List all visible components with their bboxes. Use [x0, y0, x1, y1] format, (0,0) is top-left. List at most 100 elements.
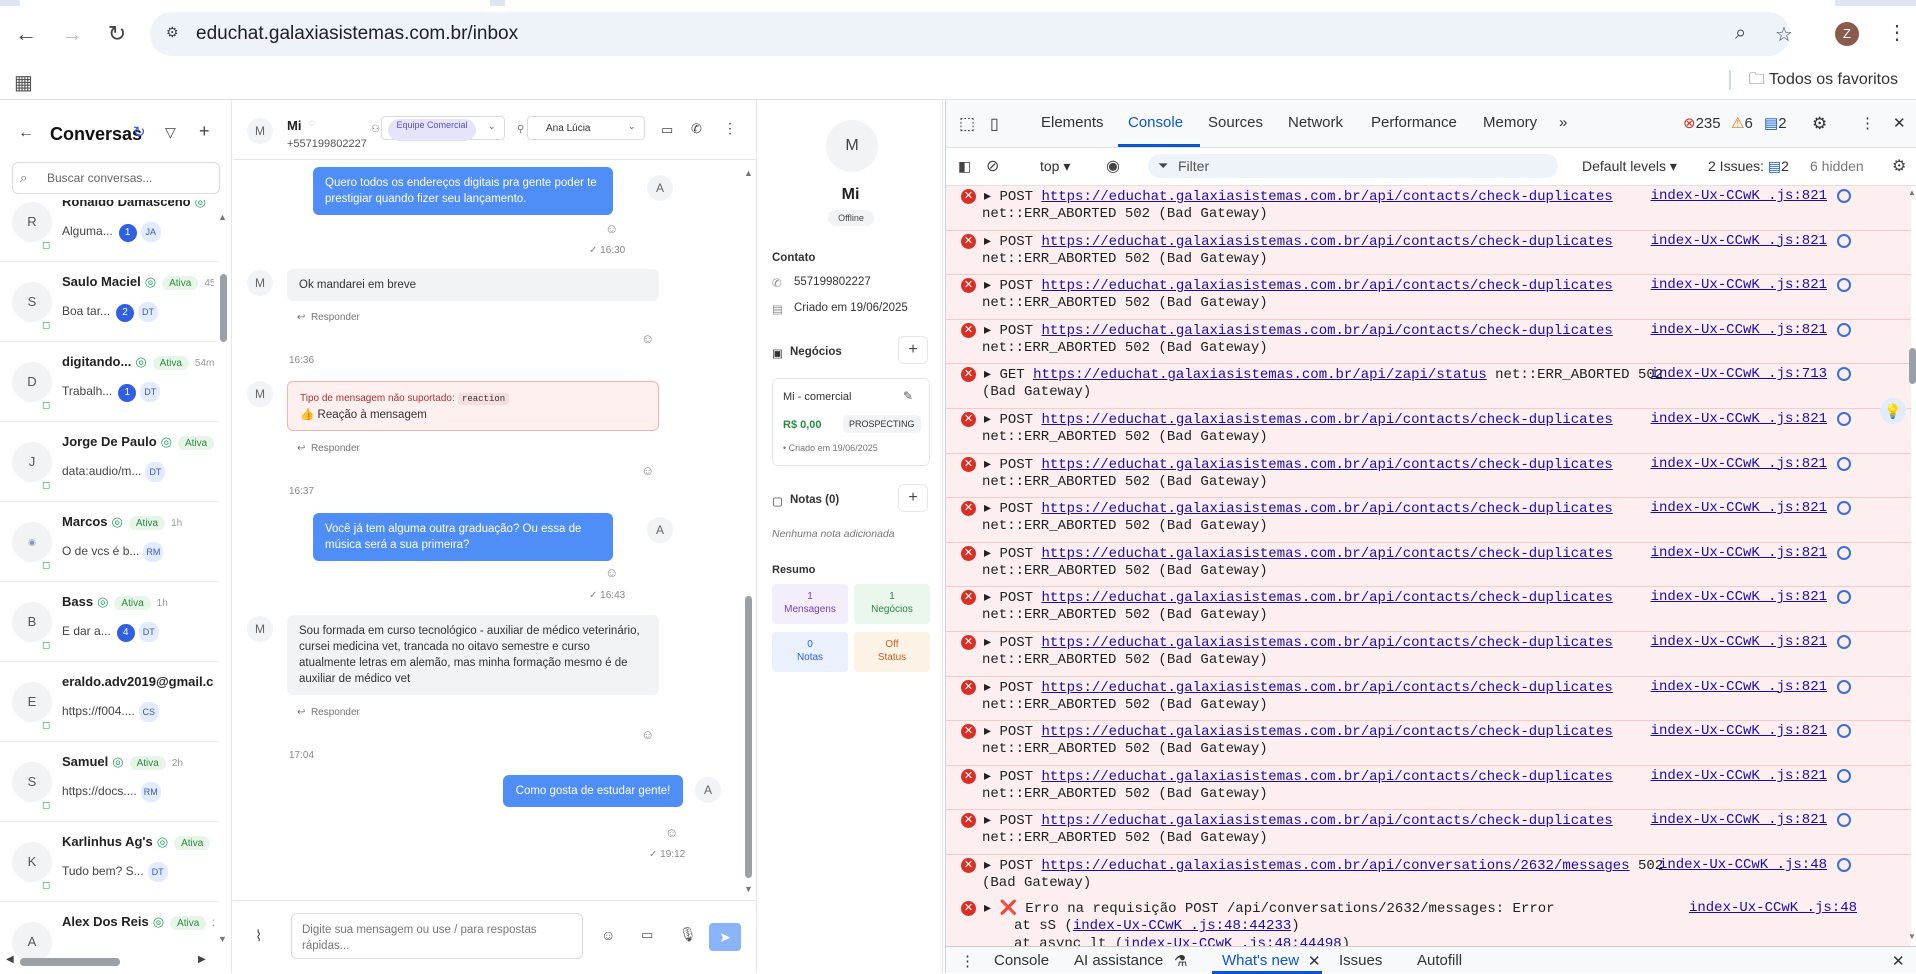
console-error-entry[interactable]: ✕ ▸ ❌ Erro na requisição POST /api/conve… [946, 898, 1911, 946]
source-link[interactable]: index-Ux-CCwK_.js:713 [1651, 366, 1827, 382]
source-link[interactable]: index-Ux-CCwK_.js:821 [1651, 634, 1827, 650]
emoji-reaction-icon[interactable]: ☺ [641, 331, 654, 346]
network-request-icon[interactable] [1837, 635, 1851, 649]
conversation-item[interactable]: B Bass ◎ Ativa 1h E dar a... 4 DT ◻ [0, 582, 218, 662]
conversation-item[interactable]: S Samuel ◎ Ativa 2h https://docs.... RM ◻ [0, 742, 218, 822]
console-error-entry[interactable]: ✕ ▸ POST https://educhat.galaxiasistemas.… [946, 319, 1911, 365]
drawer-menu-icon[interactable]: ⋮ [960, 952, 975, 970]
network-request-icon[interactable] [1837, 189, 1851, 203]
request-url[interactable]: https://educhat.galaxiasistemas.com.br/a… [1041, 501, 1612, 517]
agent-select[interactable]: Ana Lúcia ⌄ [527, 116, 645, 140]
network-request-icon[interactable] [1837, 858, 1851, 872]
tab-memory[interactable]: Memory [1483, 114, 1537, 131]
scroll-thumb[interactable] [745, 596, 752, 878]
emoji-reaction-icon[interactable]: ☺ [605, 565, 618, 580]
request-url[interactable]: https://educhat.galaxiasistemas.com.br/a… [1041, 813, 1612, 829]
scroll-up-icon[interactable]: ▲ [744, 168, 753, 178]
console-error-entry[interactable]: ✕ ▸ POST https://educhat.galaxiasistemas.… [946, 409, 1911, 454]
console-error-entry[interactable]: ✕ ▸ POST https://educhat.galaxiasistemas.… [946, 765, 1911, 811]
source-link[interactable]: index-Ux-CCwK_.js:821 [1651, 188, 1827, 204]
info-count[interactable]: ▤2 [1764, 114, 1787, 132]
file-icon[interactable]: ▭ [641, 927, 653, 943]
edit-icon[interactable]: ✎ [903, 389, 913, 403]
browser-menu-icon[interactable]: ⋮ [1887, 20, 1907, 45]
scroll-left-icon[interactable]: ◀ [6, 954, 14, 965]
back-arrow-icon[interactable]: ← [18, 124, 34, 142]
scroll-up-icon[interactable]: ▲ [218, 212, 227, 222]
ai-lightbulb-icon[interactable]: 💡 [1880, 398, 1906, 424]
source-link[interactable]: index-Ux-CCwK_.js:821 [1651, 411, 1827, 427]
error-count[interactable]: ⊗235 [1683, 114, 1721, 132]
console-error-entry[interactable]: ✕ ▸ POST https://educhat.galaxiasistemas.… [946, 498, 1911, 543]
conversation-item[interactable]: R Ronaldo Damasceno ◎ Alguma... 1 JA ◻ [0, 200, 218, 262]
clear-console-icon[interactable]: ⊘ [986, 156, 999, 176]
reply-link[interactable]: ↩ Responder [297, 707, 360, 718]
add-deal-button[interactable]: + [898, 336, 928, 364]
source-link[interactable]: index-Ux-CCwK_.js:821 [1651, 456, 1827, 472]
request-url[interactable]: https://educhat.galaxiasistemas.com.br/a… [1041, 858, 1629, 874]
team-select[interactable]: Equipe Comercial ⌄ [381, 116, 505, 141]
sidebar-toggle-icon[interactable]: ◧ [958, 158, 971, 175]
source-link[interactable]: index-Ux-CCwK_.js:821 [1651, 679, 1827, 695]
zoom-icon[interactable]: ⌕ [1735, 22, 1746, 45]
console-error-entry[interactable]: ✕ ▸ POST https://educhat.galaxiasistemas.… [946, 230, 1911, 276]
phone-icon[interactable]: ✆ [691, 121, 702, 137]
console-error-entry[interactable]: ✕ ▸ GET https://educhat.galaxiasistemas.c… [946, 364, 1911, 409]
request-url[interactable]: https://educhat.galaxiasistemas.com.br/a… [1041, 234, 1612, 250]
source-link[interactable]: index-Ux-CCwK_.js:821 [1651, 768, 1827, 784]
request-url[interactable]: https://educhat.galaxiasistemas.com.br/a… [1041, 457, 1612, 473]
document-icon[interactable]: ▭ [661, 122, 673, 138]
tab-performance[interactable]: Performance [1371, 114, 1457, 131]
tab-elements[interactable]: Elements [1041, 114, 1104, 131]
attach-icon[interactable]: ⌇ [255, 927, 262, 945]
apps-grid-icon[interactable]: ▦ [14, 70, 33, 95]
profile-avatar[interactable]: Z [1835, 22, 1859, 46]
site-info-icon[interactable]: ⚙ [166, 24, 179, 41]
console-error-entry[interactable]: ✕ ▸ POST https://educhat.galaxiasistemas.… [946, 587, 1911, 632]
reply-link[interactable]: ↩ Responder [297, 443, 360, 454]
add-conversation-icon[interactable]: + [199, 121, 210, 142]
deal-card[interactable]: Mi - comercial ✎ R$ 0,00 PROSPECTING • C… [772, 378, 930, 466]
console-scrollbar[interactable]: ▲ ▼ [1908, 188, 1916, 944]
settings-icon[interactable]: ⚙ [1812, 114, 1827, 134]
drawer-tab-console[interactable]: Console [994, 952, 1049, 969]
conversation-item[interactable]: K Karlinhus Ag's◎Ativa2 Tudo bem? S...DT… [0, 822, 218, 902]
source-link[interactable]: index-Ux-CCwK_.js:821 [1651, 233, 1827, 249]
network-request-icon[interactable] [1837, 724, 1851, 739]
filter-icon[interactable]: ▽ [165, 124, 176, 141]
address-bar[interactable]: ⚙ educhat.galaxiasistemas.com.br/inbox ⌕… [150, 12, 1793, 56]
source-link[interactable]: index-Ux-CCwK_.js:48 [1659, 857, 1827, 873]
conversation-item[interactable]: J Jorge De Paulo ◎ Ativa data:audio/m... DT… [0, 422, 218, 502]
console-error-entry[interactable]: ✕ ▸ POST https://educhat.galaxiasistemas.… [946, 810, 1911, 855]
reply-link[interactable]: ↩ Responder [297, 312, 360, 323]
stack-link[interactable]: index-Ux-CCwK_.js:48:44233 [1073, 918, 1291, 934]
console-error-entry[interactable]: ✕ ▸ POST https://educhat.galaxiasistemas.… [946, 186, 1911, 231]
emoji-reaction-icon[interactable]: ☺ [605, 221, 618, 236]
tab-console[interactable]: Console [1128, 114, 1183, 131]
request-url[interactable]: https://educhat.galaxiasistemas.com.br/a… [1041, 590, 1612, 606]
network-request-icon[interactable] [1837, 813, 1851, 828]
network-request-icon[interactable] [1837, 367, 1851, 382]
scroll-down-icon[interactable]: ▼ [218, 934, 227, 944]
warning-count[interactable]: ⚠6 [1731, 114, 1753, 132]
all-bookmarks[interactable]: 🗀 Todos os favoritos [1728, 68, 1898, 95]
drawer-tab-whats-new[interactable]: What's new [1222, 952, 1299, 969]
source-link[interactable]: index-Ux-CCwK_.js:48 [1689, 900, 1857, 916]
emoji-reaction-icon[interactable]: ☺ [665, 825, 678, 840]
console-error-entry[interactable]: ✕ ▸ POST https://educhat.galaxiasistemas.… [946, 632, 1911, 677]
device-toolbar-icon[interactable]: ▯ [990, 114, 999, 134]
console-error-entry[interactable]: ✕ ▸ POST https://educhat.galaxiasistemas.… [946, 275, 1911, 320]
drawer-tab-autofill[interactable]: Autofill [1417, 952, 1462, 969]
inspect-icon[interactable]: ⬚ [959, 114, 975, 134]
conversation-search-input[interactable]: Buscar conversas... [12, 162, 220, 194]
scroll-thumb[interactable] [220, 274, 227, 342]
log-levels-select[interactable]: Default levels ▾ [1582, 158, 1677, 175]
network-request-icon[interactable] [1837, 456, 1851, 471]
scroll-down-icon[interactable]: ▼ [1908, 932, 1916, 941]
issues-link[interactable]: 2 Issues: ▤2 [1708, 158, 1789, 175]
request-url[interactable]: https://educhat.galaxiasistemas.com.br/a… [1041, 278, 1612, 294]
list-scrollbar[interactable]: ▲ ▼ [218, 212, 228, 952]
scroll-right-icon[interactable]: ▶ [198, 954, 206, 965]
request-url[interactable]: https://educhat.galaxiasistemas.com.br/a… [1041, 635, 1612, 651]
scroll-up-icon[interactable]: ▲ [1908, 188, 1916, 197]
